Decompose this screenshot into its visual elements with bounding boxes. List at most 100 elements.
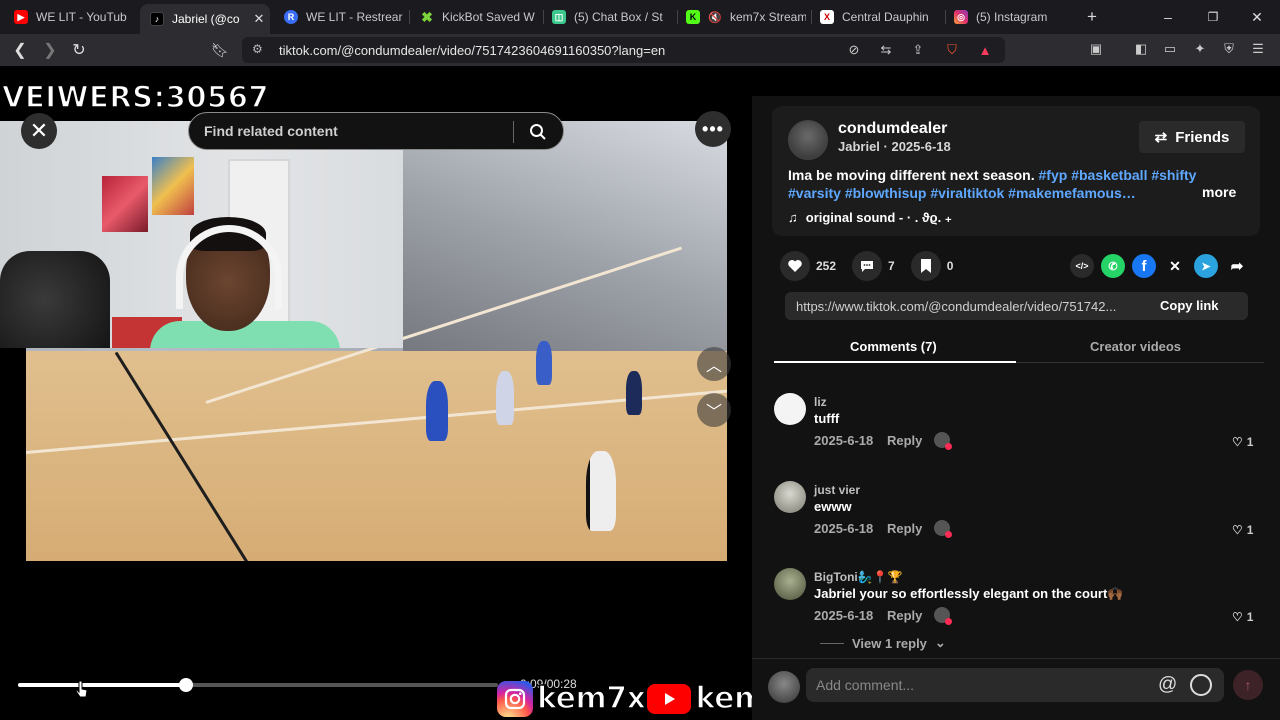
tab-kick[interactable]: K 🔇 kem7x Stream [676, 4, 806, 30]
active-tab-indicator [774, 361, 1016, 363]
video-progress-bar[interactable] [18, 678, 498, 692]
previous-video-button[interactable]: ︿ [697, 347, 731, 381]
whatsapp-icon[interactable]: ✆ [1101, 254, 1125, 278]
x-share-icon[interactable]: ✕ [1163, 254, 1187, 278]
leo-ai-icon[interactable]: ✦ [1190, 39, 1210, 59]
tab-label: kem7x Stream [730, 10, 806, 24]
search-input[interactable]: Find related content [188, 112, 564, 150]
sound-link[interactable]: ♫ original sound - · . ϑϱ. ₊ [788, 210, 952, 226]
tab-tiktok[interactable]: ♪ Jabriel (@co ✕ [140, 4, 270, 34]
comment-button[interactable]: 7 [852, 251, 895, 281]
bookmark-icon[interactable]: 🔖︎ [208, 38, 232, 62]
share-icon[interactable]: ⇪ [908, 40, 928, 60]
share-link-url[interactable]: https://www.tiktok.com/@condumdealer/vid… [796, 299, 1148, 314]
comment-count: 7 [888, 259, 895, 273]
telegram-icon[interactable]: ➤ [1194, 254, 1218, 278]
comment-like-button[interactable]: ♡ 1 [1232, 610, 1253, 624]
comment-text: ewww [814, 499, 852, 514]
comment-item: liz tufff 2025-6-18 Reply ♡ 1 [774, 393, 1254, 473]
comment-username[interactable]: liz [814, 395, 827, 409]
comment-username[interactable]: just vier [814, 483, 860, 497]
sidebar-icon[interactable]: ◧ [1131, 39, 1151, 59]
tab-comments[interactable]: Comments (7) [850, 339, 937, 354]
chat-icon: ◫ [552, 10, 566, 24]
embed-icon[interactable]: </> [1070, 254, 1094, 278]
send-comment-button[interactable]: ↑ [1233, 670, 1263, 700]
reply-button[interactable]: Reply [887, 521, 922, 536]
comment-username[interactable]: BigToni🧞‍♂️📍🏆 [814, 570, 903, 584]
save-button[interactable]: 0 [910, 251, 953, 281]
gym-stands [403, 121, 727, 381]
tab-restream[interactable]: R WE LIT - Restrear [274, 4, 404, 30]
no-tracking-icon[interactable]: ⊘ [844, 40, 864, 60]
progress-handle[interactable] [179, 678, 193, 692]
tab-kickbot[interactable]: ✖ KickBot Saved W [410, 4, 540, 30]
friends-button[interactable]: ⇄ Friends [1139, 121, 1245, 153]
youtube-icon [647, 683, 692, 714]
muted-speaker-icon[interactable]: 🔇 [708, 10, 722, 24]
address-bar[interactable]: ⚙ tiktok.com/@condumdealer/video/7517423… [242, 37, 1005, 63]
more-link[interactable]: more [1202, 184, 1236, 200]
next-video-button[interactable]: ﹀ [697, 393, 731, 427]
tab-chatbox[interactable]: ◫ (5) Chat Box / St [542, 4, 672, 30]
tab-youtube[interactable]: ▶ WE LIT - YouTub [4, 4, 136, 30]
reply-button[interactable]: Reply [887, 608, 922, 623]
comment-input[interactable]: Add comment... @ [806, 668, 1224, 702]
wall-poster [152, 157, 194, 215]
copy-link-button[interactable]: Copy link [1160, 298, 1219, 313]
instagram-icon [497, 680, 533, 717]
mention-icon[interactable]: @ [1158, 674, 1177, 696]
avatar[interactable] [774, 393, 806, 425]
forward-icon[interactable]: ❯ [38, 38, 62, 62]
menu-icon[interactable]: ☰ [1248, 39, 1268, 59]
share-arrow-icon[interactable]: ➦ [1225, 254, 1249, 278]
avatar[interactable] [774, 568, 806, 600]
tab-instagram[interactable]: ◎ (5) Instagram [944, 4, 1074, 30]
heart-outline-icon: ♡ [1232, 435, 1243, 449]
comment-like-button[interactable]: ♡ 1 [1232, 435, 1253, 449]
back-icon[interactable]: ❮ [8, 38, 32, 62]
wallet-icon[interactable]: ▭ [1160, 39, 1180, 59]
close-tab-icon[interactable]: ✕ [254, 11, 265, 27]
site-settings-icon[interactable]: ⚙ [252, 42, 263, 56]
comment-date: 2025-6-18 [814, 521, 874, 536]
comment-text: tufff [814, 411, 840, 426]
close-video-button[interactable]: ✕ [21, 113, 57, 149]
reload-icon[interactable]: ↻ [67, 38, 91, 62]
creator-liked-avatar [934, 607, 952, 625]
new-tab-button[interactable]: + [1070, 0, 1114, 34]
heart-outline-icon: ♡ [1232, 523, 1243, 537]
browser-tab-strip: ▶ WE LIT - YouTub ♪ Jabriel (@co ✕ R WE … [0, 0, 1280, 34]
username[interactable]: condumdealer [838, 120, 947, 138]
facebook-icon[interactable]: f [1132, 254, 1156, 278]
search-icon[interactable] [525, 119, 551, 145]
comment-date: 2025-6-18 [814, 433, 874, 448]
maximize-button[interactable]: ❐ [1190, 0, 1236, 34]
reply-button[interactable]: Reply [887, 433, 922, 448]
vpn-shield-icon[interactable]: ⛨ [1219, 39, 1239, 59]
tab-central-dauphin[interactable]: X Central Dauphin [810, 4, 940, 30]
like-button[interactable]: 252 [780, 251, 836, 281]
comment-text: Jabriel your so effortlessly elegant on … [814, 586, 1124, 601]
chair [0, 251, 110, 348]
kick-icon: K [686, 10, 700, 24]
sound-name: original sound - · . ϑϱ. ₊ [805, 210, 952, 225]
more-options-button[interactable]: ••• [695, 111, 731, 147]
comment-like-button[interactable]: ♡ 1 [1232, 523, 1253, 537]
music-note-icon: ♫ [788, 210, 798, 225]
screenshot-icon[interactable]: ▣ [1086, 39, 1106, 59]
avatar[interactable] [774, 481, 806, 513]
tab-creator-videos[interactable]: Creator videos [1090, 339, 1181, 354]
cast-icon[interactable]: ⇆ [876, 40, 896, 60]
url-text[interactable]: tiktok.com/@condumdealer/video/751742360… [279, 43, 665, 58]
post-caption: Ima be moving different next season. #fy… [788, 166, 1243, 202]
rewards-triangle-icon[interactable]: ▲ [975, 40, 995, 60]
share-link-box: https://www.tiktok.com/@condumdealer/vid… [785, 292, 1248, 320]
emoji-icon[interactable] [1190, 674, 1212, 696]
view-replies-button[interactable]: View 1 reply ⌄ [820, 635, 946, 651]
minimize-button[interactable]: – [1145, 0, 1191, 34]
tab-label: (5) Chat Box / St [574, 10, 663, 24]
close-window-button[interactable]: ✕ [1234, 0, 1280, 34]
brave-shield-icon[interactable]: ⛉ [942, 40, 962, 60]
avatar[interactable] [788, 120, 828, 160]
